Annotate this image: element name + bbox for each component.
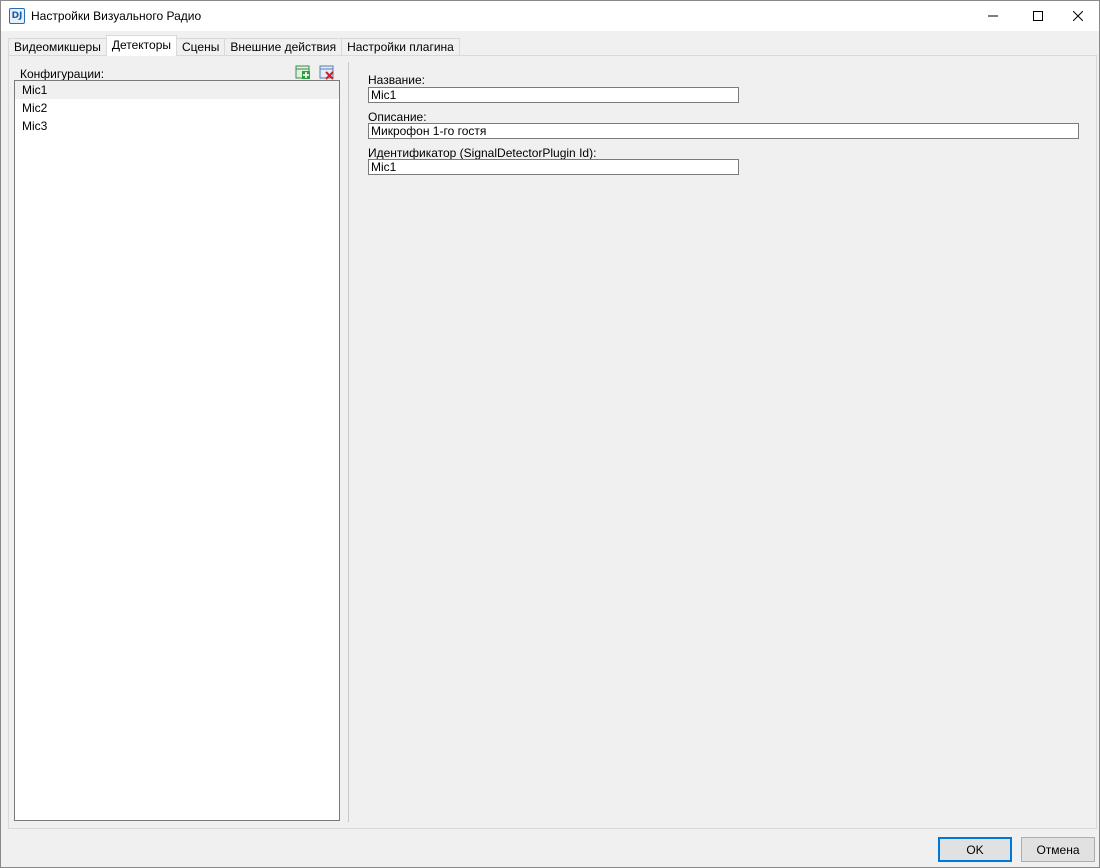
settings-window: DJ Настройки Визуального Радио Видеомикш… bbox=[0, 0, 1100, 868]
detectors-tab-page: Конфигурации: Mic1 Mic2 Mic3 Название: M… bbox=[8, 55, 1097, 829]
identifier-input[interactable] bbox=[368, 159, 739, 175]
identifier-label: Идентификатор (SignalDetectorPlugin Id): bbox=[368, 146, 597, 160]
list-item[interactable]: Mic2 bbox=[15, 99, 339, 117]
name-input[interactable] bbox=[368, 87, 739, 103]
ok-button[interactable]: OK bbox=[938, 837, 1012, 862]
cancel-button[interactable]: Отмена bbox=[1021, 837, 1095, 862]
description-input[interactable] bbox=[368, 123, 1079, 139]
delete-icon bbox=[319, 65, 334, 80]
tab-plugin-settings[interactable]: Настройки плагина bbox=[341, 38, 460, 56]
title-bar[interactable]: DJ Настройки Визуального Радио bbox=[1, 1, 1099, 31]
configurations-list[interactable]: Mic1 Mic2 Mic3 bbox=[14, 80, 340, 821]
configurations-label: Конфигурации: bbox=[20, 67, 105, 81]
maximize-icon bbox=[1033, 11, 1043, 21]
tab-external-actions[interactable]: Внешние действия bbox=[224, 38, 343, 56]
close-button[interactable] bbox=[1055, 1, 1100, 31]
close-icon bbox=[1073, 11, 1083, 21]
tab-scenes[interactable]: Сцены bbox=[176, 38, 226, 56]
name-label: Название: bbox=[368, 73, 425, 87]
add-icon bbox=[295, 65, 310, 79]
add-configuration-button[interactable] bbox=[294, 63, 312, 81]
tab-video-mixers[interactable]: Видеомикшеры bbox=[8, 38, 107, 56]
list-item[interactable]: Mic1 bbox=[15, 81, 339, 99]
delete-configuration-button[interactable] bbox=[318, 63, 336, 81]
panel-splitter[interactable] bbox=[348, 62, 349, 822]
minimize-button[interactable] bbox=[970, 1, 1016, 31]
minimize-icon bbox=[988, 15, 998, 17]
description-label: Описание: bbox=[368, 110, 427, 124]
tab-detectors[interactable]: Детекторы bbox=[105, 35, 178, 56]
tab-strip: Видеомикшеры Детекторы Сцены Внешние дей… bbox=[8, 35, 460, 56]
list-item[interactable]: Mic3 bbox=[15, 117, 339, 135]
radio-app-icon: DJ bbox=[9, 8, 25, 24]
window-title: Настройки Визуального Радио bbox=[31, 9, 202, 23]
